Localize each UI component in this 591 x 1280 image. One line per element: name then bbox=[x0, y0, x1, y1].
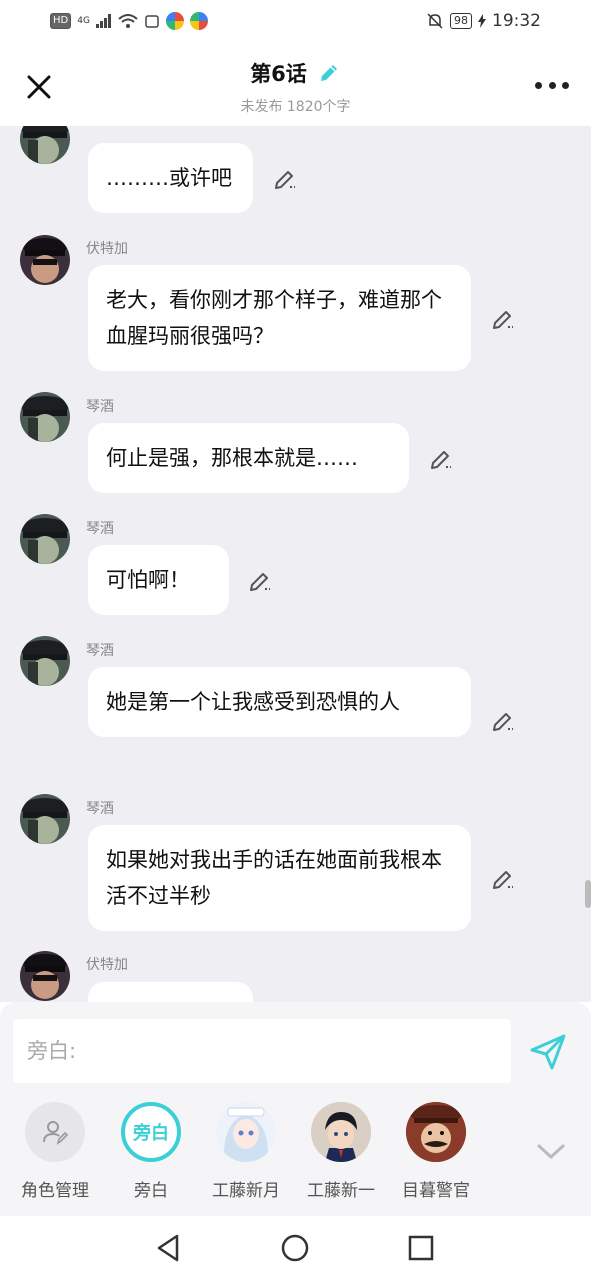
status-right: 98 19:32 bbox=[426, 11, 541, 31]
battery-level: 98 bbox=[450, 13, 472, 29]
role-manage-button[interactable]: 角色管理 bbox=[10, 1102, 100, 1201]
role-selector: 角色管理 旁白 旁白 工藤新月 工藤新一 目暮警官 bbox=[0, 1102, 591, 1202]
chevron-down-icon[interactable] bbox=[536, 1142, 566, 1162]
narration-badge-text: 旁白 bbox=[133, 1123, 169, 1144]
avatar-gin[interactable] bbox=[20, 514, 70, 564]
app-icon-1 bbox=[165, 12, 184, 30]
recents-nav-icon[interactable] bbox=[405, 1232, 437, 1264]
back-nav-icon[interactable] bbox=[153, 1232, 185, 1264]
message-bubble[interactable]: 可怕啊！ bbox=[88, 545, 229, 615]
edit-message-icon[interactable] bbox=[490, 306, 516, 332]
chat-area[interactable]: 琴酒 ………或许吧 伏特加 老大，看你刚才那个样子，难道那个血腥玛丽很强吗？ 琴… bbox=[0, 126, 591, 1002]
speaker-name: 琴酒 bbox=[86, 643, 114, 659]
message-bubble[interactable]: 她是第一个让我感受到恐惧的人 bbox=[88, 667, 471, 737]
message-bubble[interactable]: 老大，看你刚才那个样子，难道那个血腥玛丽很强吗？ bbox=[88, 265, 471, 371]
signal-icon bbox=[95, 14, 111, 28]
role-label: 角色管理 bbox=[21, 1181, 89, 1201]
role-narration[interactable]: 旁白 旁白 bbox=[106, 1102, 196, 1201]
edit-message-icon[interactable] bbox=[272, 166, 298, 192]
charging-icon bbox=[478, 14, 486, 28]
avatar-gin[interactable] bbox=[20, 636, 70, 686]
narration-badge: 旁白 bbox=[121, 1102, 181, 1162]
more-options-icon[interactable] bbox=[535, 78, 569, 92]
narration-input[interactable] bbox=[13, 1019, 511, 1083]
role-kudo-shingetsu[interactable]: 工藤新月 bbox=[201, 1102, 291, 1201]
network-type: 4G bbox=[77, 16, 90, 26]
avatar-gin[interactable] bbox=[20, 126, 70, 164]
title-area: 第6话 未发布 1820个字 bbox=[0, 58, 591, 116]
avatar-gin[interactable] bbox=[20, 392, 70, 442]
avatar-megure bbox=[406, 1102, 466, 1162]
edit-title-icon[interactable] bbox=[317, 61, 341, 85]
hd-badge: HD bbox=[50, 13, 72, 29]
role-label: 旁白 bbox=[134, 1181, 168, 1201]
word-count-status: 未发布 1820个字 bbox=[240, 99, 351, 115]
page-title[interactable]: 第6话 bbox=[250, 58, 307, 88]
avatar-vodka[interactable] bbox=[20, 235, 70, 285]
status-bar: HD 4G 98 19:32 bbox=[0, 0, 591, 46]
wifi-icon bbox=[118, 14, 138, 28]
avatar-gin[interactable] bbox=[20, 794, 70, 844]
app-icon-2 bbox=[189, 12, 208, 30]
message-bubble[interactable]: 如果她对我出手的话在她面前我根本活不过半秒 bbox=[88, 825, 471, 931]
speaker-name: 伏特加 bbox=[86, 957, 128, 973]
avatar-vodka[interactable] bbox=[20, 951, 70, 1001]
input-panel: 角色管理 旁白 旁白 工藤新月 工藤新一 目暮警官 bbox=[0, 1002, 591, 1216]
speaker-name: 琴酒 bbox=[86, 521, 114, 537]
scrollbar-thumb[interactable] bbox=[585, 880, 591, 908]
speaker-name: 伏特加 bbox=[86, 241, 128, 257]
role-kudo-shinichi[interactable]: 工藤新一 bbox=[296, 1102, 386, 1201]
home-nav-icon[interactable] bbox=[279, 1232, 311, 1264]
role-label: 目暮警官 bbox=[402, 1181, 470, 1201]
app-notify-icon bbox=[145, 15, 159, 28]
edit-message-icon[interactable] bbox=[247, 568, 273, 594]
role-megure[interactable]: 目暮警官 bbox=[391, 1102, 481, 1201]
speaker-name: 琴酒 bbox=[86, 801, 114, 817]
role-label: 工藤新一 bbox=[307, 1181, 375, 1201]
message-bubble[interactable] bbox=[88, 982, 253, 1002]
mute-bell-icon bbox=[427, 13, 443, 29]
clock: 19:32 bbox=[492, 11, 541, 31]
edit-message-icon[interactable] bbox=[428, 446, 454, 472]
edit-message-icon[interactable] bbox=[490, 708, 516, 734]
status-left: HD 4G bbox=[50, 12, 208, 30]
role-manage-icon bbox=[25, 1102, 85, 1162]
speaker-name: 琴酒 bbox=[86, 126, 114, 128]
speaker-name: 琴酒 bbox=[86, 399, 114, 415]
edit-message-icon[interactable] bbox=[490, 866, 516, 892]
send-icon[interactable] bbox=[528, 1032, 568, 1072]
message-bubble[interactable]: ………或许吧 bbox=[88, 143, 253, 213]
system-nav-bar bbox=[0, 1216, 591, 1280]
role-label: 工藤新月 bbox=[212, 1181, 280, 1201]
header: 第6话 未发布 1820个字 bbox=[0, 46, 591, 126]
message-bubble[interactable]: 何止是强，那根本就是…… bbox=[88, 423, 409, 493]
avatar-kudo-shinichi bbox=[311, 1102, 371, 1162]
avatar-kudo-shingetsu bbox=[216, 1102, 276, 1162]
